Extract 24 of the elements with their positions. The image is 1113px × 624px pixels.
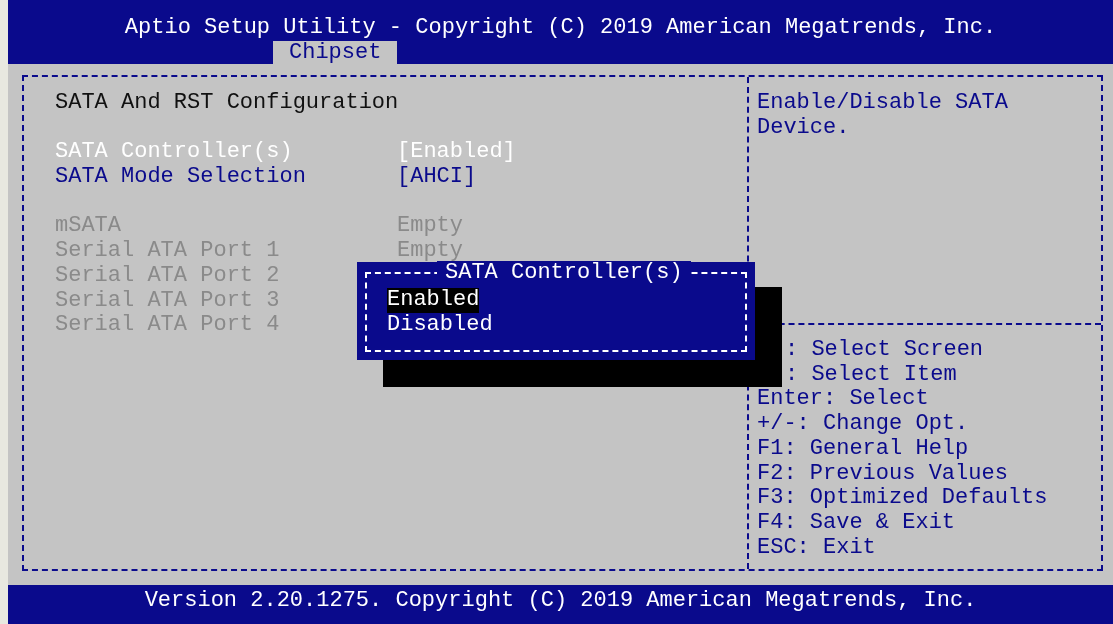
section-title: SATA And RST Configuration	[55, 91, 400, 116]
key-help-text: F4: Save & Exit	[757, 510, 957, 536]
key-help-text: ESC: Exit	[757, 535, 877, 561]
version-text: Version 2.20.1275. Copyright (C) 2019 American Megatrends, Inc.	[8, 585, 1113, 624]
key-help-text: F3: Optimized Defaults	[757, 486, 1049, 511]
key-help-text: F1: General Help	[757, 436, 970, 462]
popup-option[interactable]: Enabled	[387, 288, 480, 313]
key-help-text: : Select Item	[784, 362, 958, 388]
popup-option[interactable]: Disabled	[387, 312, 493, 338]
help-text: Enable/Disable SATA Device.	[757, 91, 1009, 141]
menu-tab[interactable]: Chipset	[273, 40, 398, 65]
key-help-text: F2: Previous Values	[757, 461, 1009, 487]
popup-title: SATA Controller(s)	[437, 261, 691, 286]
setting-value: Empty	[397, 214, 463, 240]
setting-label[interactable]: SATA Mode Selection	[55, 165, 397, 190]
setting-label: mSATA	[55, 214, 122, 240]
setting-value[interactable]: [AHCI]	[397, 165, 477, 190]
setting-label: Serial ATA Port 1	[55, 239, 281, 264]
setting-value: Empty	[397, 239, 463, 264]
key-help-text: +/-: Change Opt.	[757, 412, 970, 437]
window-title: Aptio Setup Utility - Copyright (C) 2019 American Megatrends, Inc.	[123, 14, 998, 41]
key-help-text: Enter: Select	[757, 387, 930, 413]
key-help-text: : Select Screen	[784, 338, 985, 363]
setting-label: Serial ATA Port 2	[55, 263, 281, 289]
